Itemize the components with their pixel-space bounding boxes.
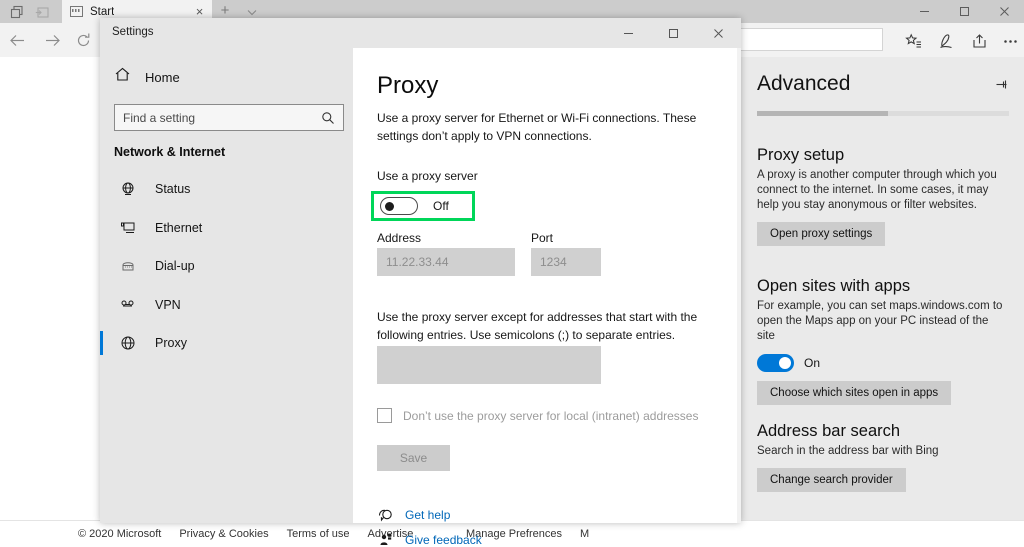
advanced-section-address-bar-search: Address bar search Search in the address… [757,422,1009,492]
local-addresses-checkbox[interactable] [377,408,392,423]
get-help-row[interactable]: Get help [377,507,450,522]
sidebar-item-vpn[interactable]: VPN [100,286,353,325]
favorites-icon[interactable] [899,29,927,53]
dialup-icon [118,258,138,274]
sidebar-item-label: Status [155,182,190,196]
proxy-globe-icon [118,335,138,351]
change-search-provider-button[interactable]: Change search provider [757,468,906,492]
sidebar-item-label: VPN [155,298,181,312]
proxy-setup-description: A proxy is another computer through whic… [757,168,1009,213]
advanced-panel-title: Advanced [757,72,850,96]
open-proxy-settings-button[interactable]: Open proxy settings [757,222,885,246]
search-input[interactable] [115,111,321,125]
address-label: Address [377,231,421,245]
address-bar-input[interactable] [737,28,883,51]
give-feedback-icon [377,532,393,547]
use-proxy-server-highlight-box: Off [371,191,475,221]
settings-close-button[interactable] [696,18,741,48]
sidebar-item-proxy[interactable]: Proxy [100,324,353,363]
footer-left-links: © 2020 Microsoft Privacy & Cookies Terms… [78,528,413,540]
address-value: 11.22.33.44 [377,255,449,269]
footer-right-links: Manage Prefrences M [466,528,589,540]
use-proxy-server-label: Use a proxy server [377,169,478,183]
sidebar-item-label: Proxy [155,336,187,350]
footer-link[interactable]: Privacy & Cookies [179,528,268,540]
exclusions-input[interactable] [377,346,601,384]
local-addresses-checkbox-label: Don’t use the proxy server for local (in… [403,409,698,423]
proxy-setup-heading: Proxy setup [757,146,1009,165]
footer-link[interactable]: Terms of use [287,528,350,540]
more-icon[interactable] [996,29,1024,53]
sidebar-item-label: Ethernet [155,221,202,235]
notes-icon[interactable] [932,29,960,53]
browser-close-button[interactable] [984,0,1024,23]
footer-link[interactable]: M [580,528,589,540]
get-help-link[interactable]: Get help [405,508,450,522]
advanced-section-open-sites-with-apps: Open sites with apps For example, you ca… [757,277,1009,405]
choose-which-sites-open-in-apps-button[interactable]: Choose which sites open in apps [757,381,951,405]
port-label: Port [531,231,553,245]
forward-icon[interactable] [35,23,69,57]
screen: Advanced Proxy setup A proxy is another … [0,0,1024,544]
save-button[interactable]: Save [377,445,450,471]
footer-link[interactable]: © 2020 Microsoft [78,528,161,540]
advanced-panel-progress-divider [757,111,1009,116]
search-setting-field[interactable] [114,104,344,131]
open-sites-with-apps-description: For example, you can set maps.windows.co… [757,299,1009,344]
local-addresses-checkbox-row[interactable]: Don’t use the proxy server for local (in… [377,408,698,423]
give-feedback-link[interactable]: Give feedback [405,533,482,547]
settings-maximize-button[interactable] [651,18,696,48]
settings-content-pane: Proxy Use a proxy server for Ethernet or… [353,48,741,523]
sidebar-item-home[interactable]: Home [114,66,180,88]
pin-icon[interactable] [994,77,1009,97]
tab-favicon-icon [70,6,83,17]
page-title: Proxy [377,72,438,100]
ethernet-icon [118,220,138,236]
set-aside-tabs-icon[interactable] [33,3,51,21]
settings-scrollbar[interactable] [737,48,741,523]
sidebar-item-status[interactable]: Status [100,170,353,209]
search-icon [321,111,343,125]
browser-minimize-button[interactable] [904,0,944,23]
share-icon[interactable] [965,29,993,53]
address-input[interactable]: 11.22.33.44 [377,248,515,276]
settings-minimize-button[interactable] [606,18,651,48]
refresh-icon[interactable] [66,23,100,57]
home-icon [114,66,131,88]
exclusions-description: Use the proxy server except for addresse… [377,308,727,344]
port-value: 1234 [531,255,567,269]
proxy-description: Use a proxy server for Ethernet or Wi-Fi… [377,109,725,145]
sidebar-item-dial-up[interactable]: Dial-up [100,247,353,286]
tab-title: Start [90,6,114,18]
address-bar-search-heading: Address bar search [757,422,1009,441]
get-help-icon [377,507,393,522]
status-globe-icon [118,181,138,197]
sidebar-item-label: Dial-up [155,259,195,273]
advanced-settings-panel: Advanced Proxy setup A proxy is another … [740,57,1024,520]
settings-sidebar: Home Network & Internet [100,48,353,523]
sidebar-home-label: Home [145,70,180,85]
open-sites-with-apps-toggle-row: On [757,354,1009,372]
sidebar-item-ethernet[interactable]: Ethernet [100,209,353,248]
advanced-section-proxy-setup: Proxy setup A proxy is another computer … [757,146,1009,246]
open-sites-with-apps-toggle[interactable] [757,354,794,372]
give-feedback-row[interactable]: Give feedback [377,532,482,547]
settings-window: Settings Home [100,18,741,523]
use-proxy-server-toggle[interactable] [380,197,418,215]
new-tab-button[interactable]: + [217,3,233,19]
browser-maximize-button[interactable] [944,0,984,23]
use-proxy-server-toggle-label: Off [433,199,449,213]
open-sites-with-apps-heading: Open sites with apps [757,277,1009,296]
address-bar-search-description: Search in the address bar with Bing [757,444,1009,459]
sidebar-nav-list: Status Ethernet [100,170,353,363]
tabs-preview-icon[interactable] [8,3,26,21]
open-sites-with-apps-toggle-label: On [804,356,820,370]
settings-window-title: Settings [112,26,154,38]
vpn-icon [118,297,138,313]
port-input[interactable]: 1234 [531,248,601,276]
chevron-down-icon[interactable] [245,5,259,19]
back-icon[interactable] [0,23,34,57]
sidebar-group-title: Network & Internet [114,145,225,159]
tab-close-icon[interactable]: × [192,4,207,19]
